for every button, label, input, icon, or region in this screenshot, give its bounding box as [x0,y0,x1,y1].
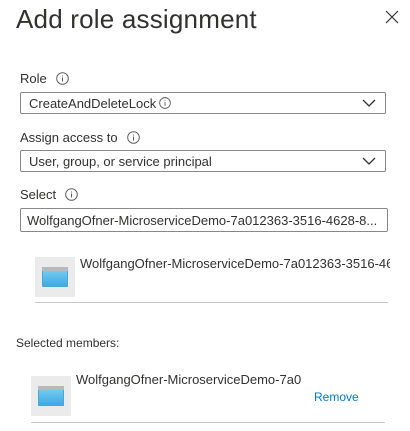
search-result-item[interactable]: WolfgangOfner-MicroserviceDemo-7a012363-… [80,256,390,271]
divider [31,422,385,423]
divider [35,302,388,303]
add-role-assignment-panel: Add role assignment Role CreateAndDelete… [0,0,410,431]
assign-access-info-icon[interactable] [126,131,140,144]
panel-title: Add role assignment [16,4,257,34]
remove-member-link[interactable]: Remove [314,390,359,404]
role-value-info-icon[interactable] [159,97,172,109]
select-info-icon[interactable] [65,188,78,201]
select-label: Select [20,187,57,202]
role-dropdown[interactable]: CreateAndDeleteLock [20,92,386,114]
assign-access-dropdown[interactable]: User, group, or service principal [20,150,386,172]
role-info-icon[interactable] [55,72,69,85]
chevron-down-icon [361,153,377,169]
role-label-row: Role [20,71,69,86]
selected-member-name: WolfgangOfner-MicroserviceDemo-7a0 [76,372,302,387]
chevron-down-icon [361,95,377,111]
close-icon[interactable] [385,10,405,30]
selected-members-label: Selected members: [16,336,120,350]
assign-access-label-row: Assign access to [20,130,140,145]
app-registration-icon [31,376,71,416]
select-label-row: Select [20,187,78,202]
assign-access-label: Assign access to [20,130,118,145]
select-search-input[interactable] [20,208,388,232]
role-label: Role [20,71,47,86]
assign-access-value: User, group, or service principal [29,153,212,169]
app-registration-icon [35,257,75,297]
role-value: CreateAndDeleteLock [29,95,157,111]
